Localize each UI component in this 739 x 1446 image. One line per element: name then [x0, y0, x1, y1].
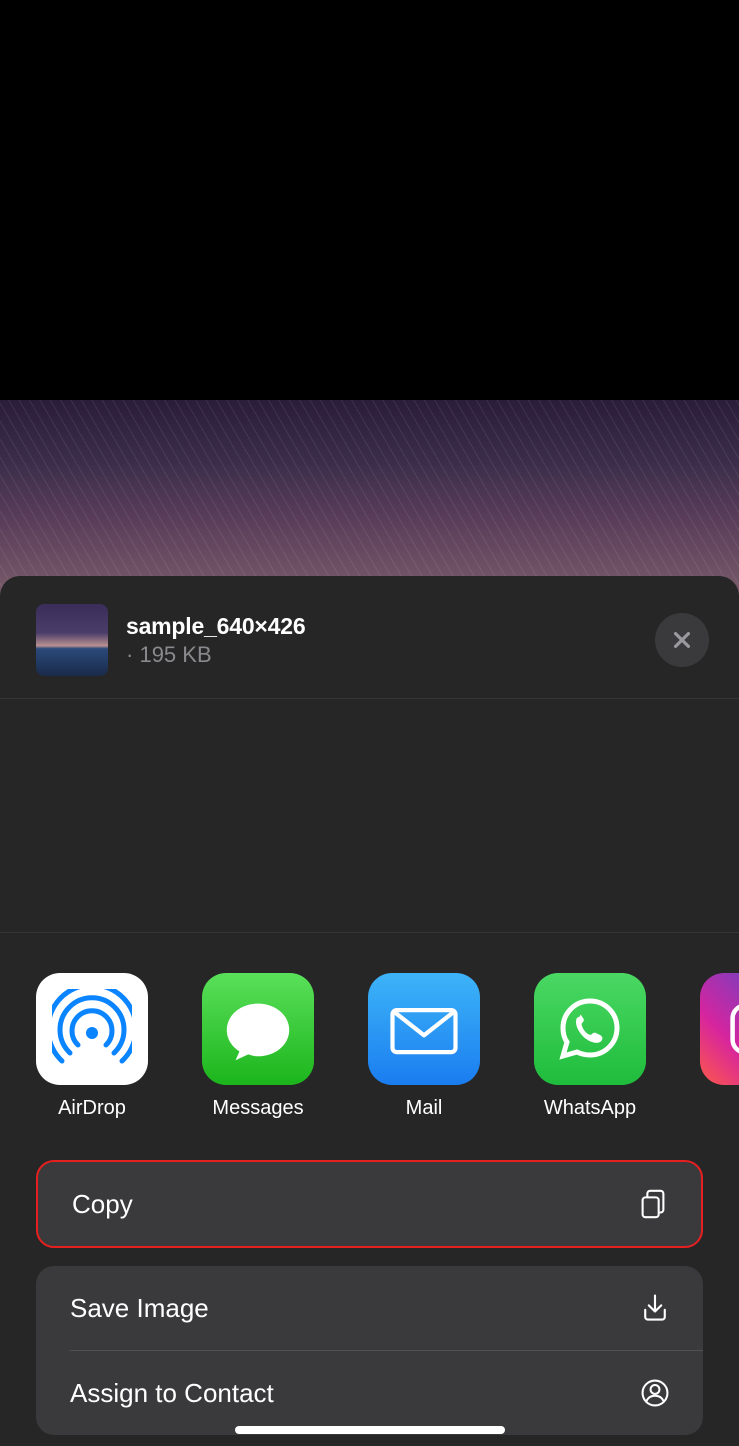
- share-apps-row[interactable]: AirDrop Messages Mail: [0, 933, 739, 1120]
- app-instagram[interactable]: Ins: [700, 973, 739, 1120]
- share-sheet: sample_640×426 · 195 KB: [0, 576, 739, 1446]
- action-label: Assign to Contact: [70, 1378, 274, 1409]
- action-assign-to-contact[interactable]: Assign to Contact: [36, 1351, 703, 1435]
- close-button[interactable]: [655, 613, 709, 667]
- messages-icon: [202, 973, 314, 1085]
- contact-icon: [637, 1375, 673, 1411]
- action-save-image[interactable]: Save Image: [36, 1266, 703, 1350]
- action-label: Copy: [72, 1189, 133, 1220]
- close-icon: [671, 629, 693, 651]
- file-info: sample_640×426 · 195 KB: [126, 613, 637, 668]
- app-label: AirDrop: [58, 1097, 126, 1120]
- share-header: sample_640×426 · 195 KB: [0, 576, 739, 699]
- action-copy[interactable]: Copy: [38, 1162, 701, 1246]
- action-copy-group: Copy: [36, 1160, 703, 1248]
- app-mail[interactable]: Mail: [368, 973, 480, 1120]
- app-label: Mail: [406, 1097, 443, 1120]
- action-label: Save Image: [70, 1293, 209, 1324]
- airdrop-icon: [36, 973, 148, 1085]
- file-thumbnail[interactable]: [36, 604, 108, 676]
- actions-list: Copy Save Image: [0, 1120, 739, 1435]
- background-wallpaper: [0, 400, 739, 600]
- instagram-icon: [700, 973, 739, 1085]
- home-indicator[interactable]: [235, 1426, 505, 1434]
- app-messages[interactable]: Messages: [202, 973, 314, 1120]
- download-icon: [637, 1290, 673, 1326]
- file-size: · 195 KB: [126, 642, 637, 668]
- file-name: sample_640×426: [126, 613, 637, 640]
- action-group-secondary: Save Image Assign to Contact: [36, 1266, 703, 1435]
- whatsapp-icon: [534, 973, 646, 1085]
- app-airdrop[interactable]: AirDrop: [36, 973, 148, 1120]
- app-label: WhatsApp: [544, 1097, 636, 1120]
- airdrop-contacts-region[interactable]: [0, 699, 739, 933]
- app-whatsapp[interactable]: WhatsApp: [534, 973, 646, 1120]
- app-label: Messages: [212, 1097, 303, 1120]
- copy-icon: [635, 1186, 671, 1222]
- mail-icon: [368, 973, 480, 1085]
